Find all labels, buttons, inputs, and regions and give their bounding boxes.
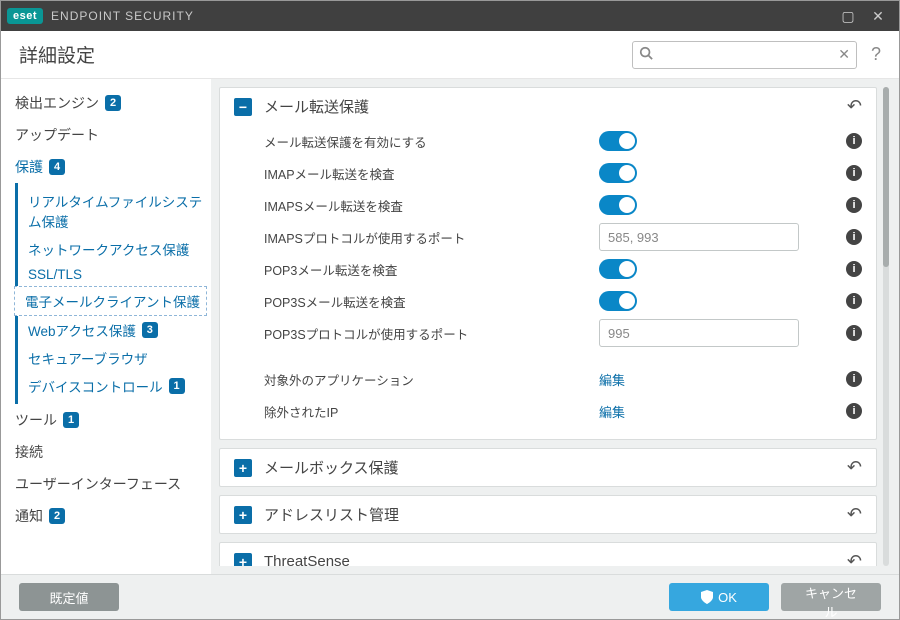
toggle[interactable] xyxy=(599,195,637,215)
badge: 1 xyxy=(169,378,185,394)
panel: + メールボックス保護 ↶ xyxy=(219,448,877,487)
panel-title: メール転送保護 xyxy=(264,96,835,117)
panel: + ThreatSense ↶ xyxy=(219,542,877,566)
sidebar-subitem[interactable]: 電子メールクライアント保護 xyxy=(14,286,207,316)
expand-icon[interactable]: + xyxy=(234,506,252,524)
setting-row: メール転送保護を有効にする i xyxy=(264,125,862,157)
badge: 1 xyxy=(63,412,79,428)
setting-row: IMAPメール転送を検査 i xyxy=(264,157,862,189)
footer: 既定値 OK キャンセル xyxy=(1,574,899,619)
page-title: 詳細設定 xyxy=(19,41,95,68)
panel: + アドレスリスト管理 ↶ xyxy=(219,495,877,534)
setting-label: メール転送保護を有効にする xyxy=(264,132,599,151)
toggle[interactable] xyxy=(599,259,637,279)
setting-row: 対象外のアプリケーション編集 i xyxy=(264,363,862,395)
scrollbar-thumb[interactable] xyxy=(883,87,889,267)
info-icon[interactable]: i xyxy=(846,261,862,277)
port-input[interactable] xyxy=(599,319,799,347)
setting-row: POP3Sプロトコルが使用するポート i xyxy=(264,317,862,349)
badge: 2 xyxy=(105,95,121,111)
badge: 2 xyxy=(49,508,65,524)
sidebar: 検出エンジン2アップデート保護4 リアルタイムファイルシステム保護ネットワークアク… xyxy=(1,79,211,574)
search-icon xyxy=(639,46,653,63)
setting-label: POP3Sメール転送を検査 xyxy=(264,292,599,311)
sidebar-subitem[interactable]: SSL/TLS xyxy=(18,263,207,286)
info-icon[interactable]: i xyxy=(846,325,862,341)
expand-icon[interactable]: + xyxy=(234,459,252,477)
info-icon[interactable]: i xyxy=(846,229,862,245)
sidebar-item[interactable]: ユーザーインターフェース xyxy=(15,468,207,500)
sidebar-item[interactable]: 通知2 xyxy=(15,500,207,532)
product-name: ENDPOINT SECURITY xyxy=(51,9,194,23)
toggle[interactable] xyxy=(599,291,637,311)
search-field[interactable]: ✕ xyxy=(632,41,857,69)
port-input[interactable] xyxy=(599,223,799,251)
undo-icon[interactable]: ↶ xyxy=(847,504,862,525)
undo-icon[interactable]: ↶ xyxy=(847,551,862,566)
info-icon[interactable]: i xyxy=(846,197,862,213)
setting-label: IMAPメール転送を検査 xyxy=(264,164,599,183)
setting-label: IMAPSプロトコルが使用するポート xyxy=(264,228,599,247)
badge: 3 xyxy=(142,322,158,338)
sidebar-item[interactable]: ツール1 xyxy=(15,404,207,436)
toggle[interactable] xyxy=(599,163,637,183)
setting-label: IMAPSメール転送を検査 xyxy=(264,196,599,215)
sidebar-item[interactable]: 検出エンジン2 xyxy=(15,87,207,119)
sidebar-subitem[interactable]: セキュアーブラウザ xyxy=(18,344,207,372)
panel-header[interactable]: + ThreatSense ↶ xyxy=(220,543,876,566)
setting-label: 除外されたIP xyxy=(264,402,599,421)
scrollbar[interactable] xyxy=(883,87,889,566)
defaults-button[interactable]: 既定値 xyxy=(19,583,119,611)
header: 詳細設定 ✕ ? xyxy=(1,31,899,79)
window-maximize-icon[interactable]: ▢ xyxy=(833,1,863,31)
setting-label: 対象外のアプリケーション xyxy=(264,370,599,389)
info-icon[interactable]: i xyxy=(846,371,862,387)
edit-link[interactable]: 編集 xyxy=(599,402,625,421)
panel-header[interactable]: + メールボックス保護 ↶ xyxy=(220,449,876,486)
titlebar: eset ENDPOINT SECURITY ▢ ✕ xyxy=(1,1,899,31)
badge: 4 xyxy=(49,159,65,175)
ok-label: OK xyxy=(718,590,737,605)
setting-row: IMAPSプロトコルが使用するポート i xyxy=(264,221,862,253)
panel-header[interactable]: + アドレスリスト管理 ↶ xyxy=(220,496,876,533)
panel-header[interactable]: −メール転送保護 ↶ xyxy=(220,88,876,125)
info-icon[interactable]: i xyxy=(846,293,862,309)
panel-title: ThreatSense xyxy=(264,553,835,566)
sidebar-subitem[interactable]: Webアクセス保護3 xyxy=(18,316,207,344)
panel: −メール転送保護↶メール転送保護を有効にするiIMAPメール転送を検査iIMAP… xyxy=(219,87,877,440)
main-pane: −メール転送保護↶メール転送保護を有効にするiIMAPメール転送を検査iIMAP… xyxy=(211,79,899,574)
clear-icon[interactable]: ✕ xyxy=(838,46,850,63)
info-icon[interactable]: i xyxy=(846,165,862,181)
sidebar-subitem[interactable]: デバイスコントロール1 xyxy=(18,372,207,400)
search-input[interactable] xyxy=(632,41,857,69)
sidebar-subitem[interactable]: ネットワークアクセス保護 xyxy=(18,235,207,263)
panel-title: アドレスリスト管理 xyxy=(264,504,835,525)
sidebar-item[interactable]: 保護4 xyxy=(15,151,207,183)
toggle[interactable] xyxy=(599,131,637,151)
setting-label: POP3Sプロトコルが使用するポート xyxy=(264,324,599,343)
info-icon[interactable]: i xyxy=(846,403,862,419)
undo-icon[interactable]: ↶ xyxy=(847,96,862,117)
edit-link[interactable]: 編集 xyxy=(599,370,625,389)
ok-button[interactable]: OK xyxy=(669,583,769,611)
brand-badge: eset xyxy=(7,8,43,24)
setting-row: POP3Sメール転送を検査 i xyxy=(264,285,862,317)
help-icon[interactable]: ? xyxy=(871,44,881,65)
panel-title: メールボックス保護 xyxy=(264,457,835,478)
setting-row: IMAPSメール転送を検査 i xyxy=(264,189,862,221)
undo-icon[interactable]: ↶ xyxy=(847,457,862,478)
sidebar-item[interactable]: 接続 xyxy=(15,436,207,468)
info-icon[interactable]: i xyxy=(846,133,862,149)
sidebar-item[interactable]: アップデート xyxy=(15,119,207,151)
sidebar-subitem[interactable]: リアルタイムファイルシステム保護 xyxy=(18,187,207,235)
setting-row: POP3メール転送を検査 i xyxy=(264,253,862,285)
setting-label: POP3メール転送を検査 xyxy=(264,260,599,279)
cancel-button[interactable]: キャンセル xyxy=(781,583,881,611)
content-column: −メール転送保護↶メール転送保護を有効にするiIMAPメール転送を検査iIMAP… xyxy=(219,87,877,566)
setting-row: 除外されたIP編集 i xyxy=(264,395,862,427)
collapse-icon[interactable]: − xyxy=(234,98,252,116)
expand-icon[interactable]: + xyxy=(234,553,252,567)
shield-icon xyxy=(701,590,713,604)
window-close-icon[interactable]: ✕ xyxy=(863,1,893,31)
